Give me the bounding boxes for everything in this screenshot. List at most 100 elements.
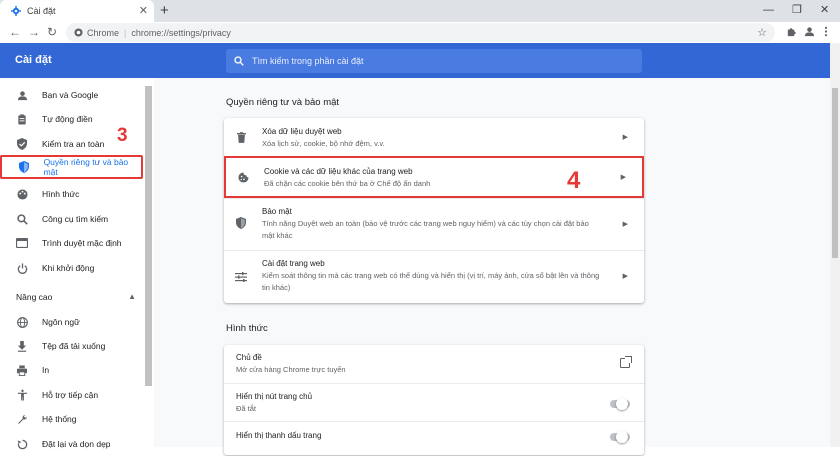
site-settings-row[interactable]: Cài đặt trang web Kiểm soát thông tin mà… — [224, 250, 644, 303]
sidebar-item-appearance[interactable]: Hình thức — [0, 182, 143, 206]
row-description: Đã tắt — [236, 404, 257, 413]
reset-icon — [16, 438, 28, 450]
sidebar-item-languages[interactable]: Ngôn ngữ — [0, 310, 143, 334]
row-title: Cài đặt trang web — [262, 259, 325, 268]
gear-icon — [11, 6, 21, 16]
row-title: Hiển thị nút trang chủ — [236, 392, 313, 401]
arrow-right-icon: ▶ — [622, 273, 628, 280]
row-description: Xóa lịch sử, cookie, bộ nhớ đệm, v.v. — [262, 139, 385, 148]
sidebar-advanced-toggle[interactable]: Nâng cao ▲ — [16, 292, 136, 302]
sidebar-item-label: Hình thức — [42, 189, 80, 199]
sidebar-item-label: In — [42, 365, 50, 375]
row-description: Đã chặn các cookie bên thứ ba ở Chế độ ẩ… — [264, 179, 431, 188]
sidebar-item-label: Hệ thống — [42, 414, 77, 424]
sidebar-item-label: Trình duyệt mặc định — [42, 238, 122, 248]
main-scrollbar[interactable] — [830, 43, 840, 447]
extensions-icon[interactable] — [786, 26, 797, 37]
sidebar-item-on-startup[interactable]: Khi khởi động — [0, 256, 143, 280]
settings-sidebar: Bạn và Google Tự động điền Kiểm tra an t… — [0, 78, 154, 449]
printer-icon — [16, 364, 28, 376]
tab-settings[interactable]: Cài đặt ✕ — [0, 0, 154, 22]
tab-close-icon[interactable]: ✕ — [139, 5, 148, 17]
clipboard-icon — [16, 113, 28, 125]
profile-icon[interactable] — [804, 26, 815, 37]
sidebar-advanced-label: Nâng cao — [16, 292, 53, 302]
sidebar-item-label: Tệp đã tải xuống — [42, 341, 106, 351]
shield-check-icon — [16, 138, 28, 150]
appearance-card: Chủ đề Mở cửa hàng Chrome trực tuyến Hiể… — [224, 345, 644, 455]
bookmark-star-icon[interactable]: ☆ — [757, 26, 767, 39]
arrow-right-icon: ▶ — [622, 134, 628, 141]
sidebar-item-system[interactable]: Hệ thống — [0, 407, 143, 431]
sidebar-item-printing[interactable]: In — [0, 358, 143, 382]
arrow-right-icon: ▶ — [620, 174, 626, 181]
palette-icon — [16, 188, 28, 200]
cookies-row[interactable]: Cookie và các dữ liệu khác của trang web… — [224, 156, 644, 198]
show-bookmarks-bar-row[interactable]: Hiển thị thanh dấu trang — [224, 421, 644, 455]
restore-button[interactable]: ❐ — [792, 2, 802, 18]
sidebar-item-search-engine[interactable]: Công cụ tìm kiếm — [0, 207, 143, 231]
window-close-button[interactable]: ✕ — [820, 2, 829, 18]
sidebar-item-label: Đặt lại và dọn dẹp — [42, 439, 111, 449]
security-row[interactable]: Bảo mật Tính năng Duyệt web an toàn (bảo… — [224, 198, 644, 250]
site-label: Chrome — [87, 27, 120, 38]
sidebar-item-label: Kiểm tra an toàn — [42, 139, 105, 149]
privacy-section-title: Quyền riêng tư và bảo mật — [226, 97, 340, 108]
tab-title: Cài đặt — [27, 6, 56, 16]
sidebar-item-label: Khi khởi động — [42, 263, 95, 273]
shield-icon — [18, 161, 30, 173]
browser-icon — [16, 237, 28, 249]
forward-icon[interactable]: → — [28, 25, 40, 40]
annotation-step-3: 3 — [117, 125, 128, 146]
sidebar-item-you-and-google[interactable]: Bạn và Google — [0, 83, 143, 107]
menu-kebab-icon[interactable] — [824, 26, 828, 37]
show-home-button-row[interactable]: Hiển thị nút trang chủ Đã tắt — [224, 383, 644, 421]
sidebar-item-reset[interactable]: Đặt lại và dọn dẹp — [0, 432, 143, 456]
settings-search-input[interactable]: Tìm kiếm trong phần cài đặt — [226, 49, 642, 73]
appearance-section-title: Hình thức — [226, 323, 268, 334]
clear-browsing-data-row[interactable]: Xóa dữ liệu duyệt web Xóa lịch sử, cooki… — [224, 118, 644, 156]
sidebar-item-label: Quyền riêng tư và bảo mật — [43, 157, 129, 177]
sidebar-item-downloads[interactable]: Tệp đã tải xuống — [0, 334, 143, 358]
row-description: Tính năng Duyệt web an toàn (bảo vệ trướ… — [262, 219, 589, 240]
chevron-up-icon: ▲ — [128, 292, 136, 301]
search-icon — [234, 56, 244, 66]
row-title: Hiển thị thanh dấu trang — [236, 431, 322, 440]
sidebar-item-label: Công cụ tìm kiếm — [42, 214, 109, 224]
search-placeholder: Tìm kiếm trong phần cài đặt — [252, 56, 364, 66]
open-external-icon[interactable] — [620, 356, 632, 368]
sidebar-item-default-browser[interactable]: Trình duyệt mặc định — [0, 231, 143, 255]
shield-icon — [235, 217, 247, 229]
minimize-button[interactable]: — — [763, 2, 774, 18]
tab-strip: Cài đặt ✕ + — ❐ ✕ — [0, 0, 840, 22]
sidebar-item-accessibility[interactable]: Hỗ trợ tiếp cận — [0, 383, 143, 407]
home-button-toggle[interactable] — [610, 398, 630, 410]
scrollbar-thumb[interactable] — [832, 88, 838, 258]
privacy-card: Xóa dữ liệu duyệt web Xóa lịch sử, cooki… — [224, 118, 644, 303]
url-separator: | — [124, 27, 127, 38]
accessibility-icon — [16, 389, 28, 401]
sliders-icon — [235, 271, 247, 283]
trash-icon — [235, 131, 247, 143]
row-title: Cookie và các dữ liệu khác của trang web — [264, 167, 413, 176]
row-description: Kiểm soát thông tin mà các trang web có … — [262, 271, 600, 292]
address-bar[interactable]: Chrome | chrome://settings/privacy ☆ — [66, 23, 775, 42]
cookie-icon — [237, 171, 249, 183]
bookmarks-bar-toggle[interactable] — [610, 431, 630, 443]
url-text[interactable]: chrome://settings/privacy — [131, 28, 231, 38]
sidebar-scrollbar[interactable] — [145, 86, 152, 386]
sidebar-item-label: Hỗ trợ tiếp cận — [42, 390, 99, 400]
chrome-icon — [74, 28, 83, 37]
settings-main: Quyền riêng tư và bảo mật Xóa dữ liệu du… — [154, 78, 830, 455]
new-tab-button[interactable]: + — [160, 2, 169, 20]
person-icon — [16, 89, 28, 101]
sidebar-item-privacy-security[interactable]: Quyền riêng tư và bảo mật — [0, 155, 143, 179]
sidebar-item-label: Ngôn ngữ — [42, 317, 80, 327]
theme-row[interactable]: Chủ đề Mở cửa hàng Chrome trực tuyến — [224, 345, 644, 383]
annotation-step-4: 4 — [567, 167, 581, 194]
reload-icon[interactable]: ↻ — [47, 25, 57, 40]
row-description: Mở cửa hàng Chrome trực tuyến — [236, 365, 346, 374]
globe-icon — [16, 316, 28, 328]
back-icon[interactable]: ← — [9, 25, 21, 40]
row-title: Chủ đề — [236, 353, 262, 362]
